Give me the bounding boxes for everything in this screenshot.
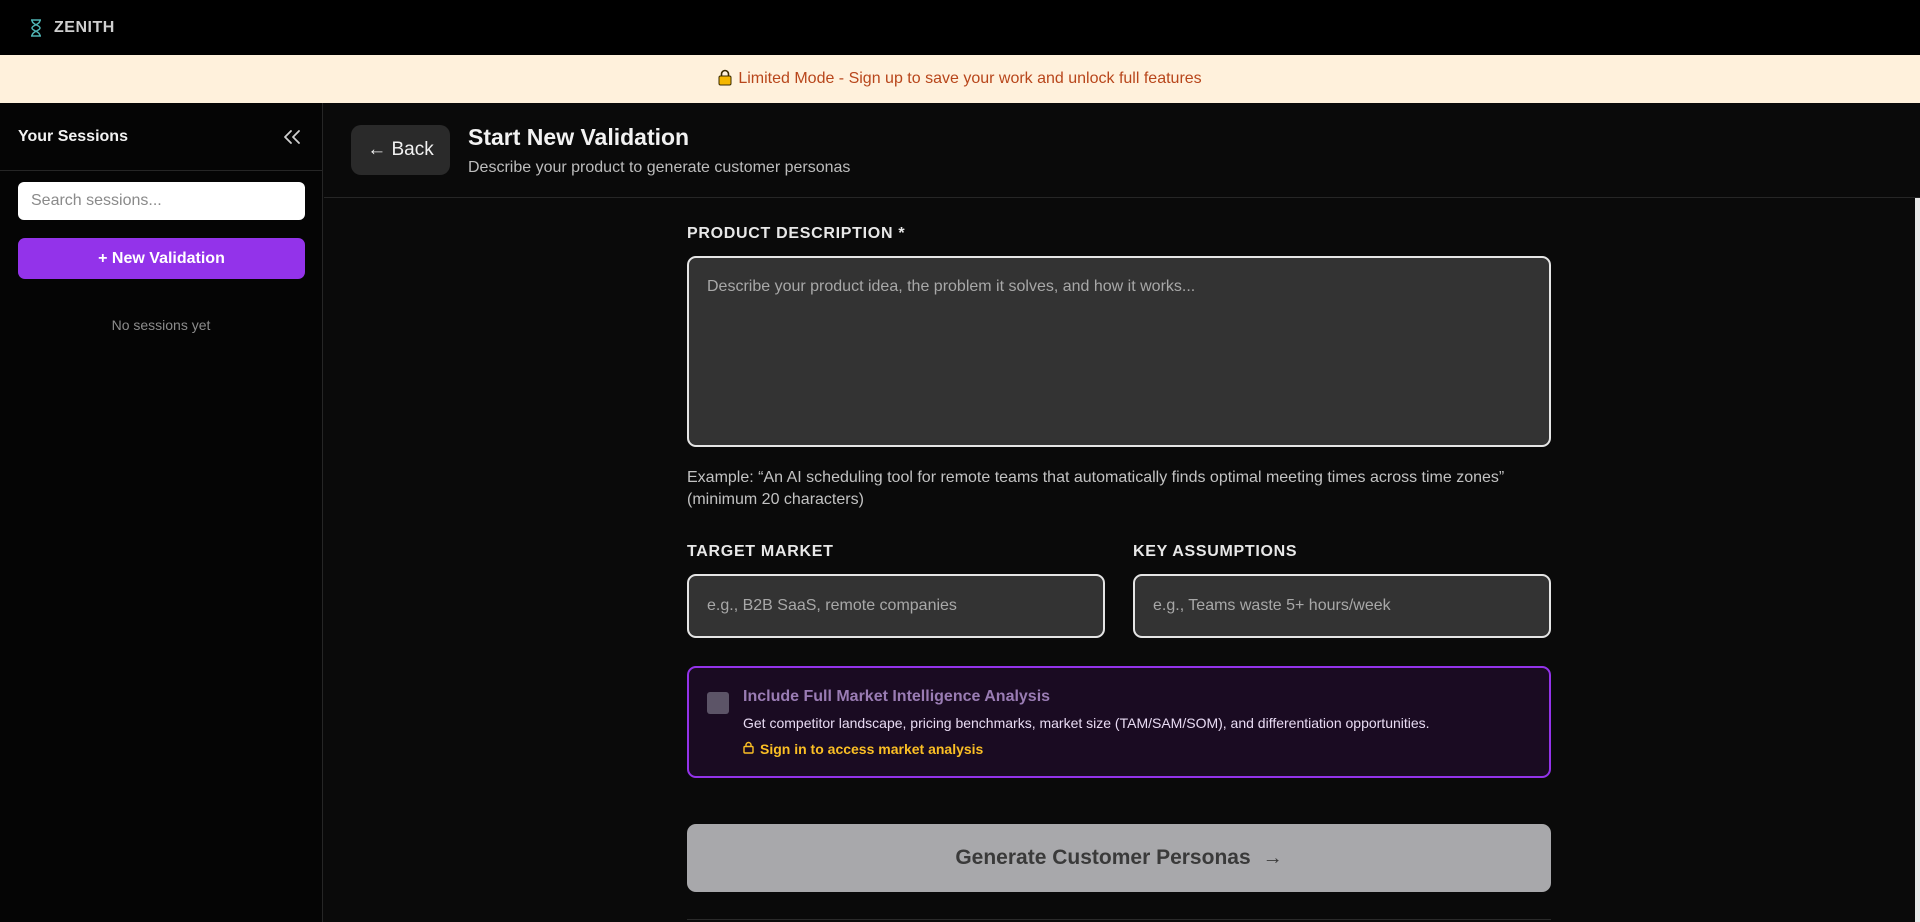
sign-in-text: Sign in to access market analysis: [760, 741, 984, 757]
search-sessions-input[interactable]: [18, 182, 305, 220]
minimum-characters-text: (minimum 20 characters): [687, 491, 864, 508]
product-description-input[interactable]: [687, 256, 1551, 447]
hourglass-icon: [30, 18, 42, 37]
lock-icon: [718, 69, 732, 90]
sessions-sidebar: Your Sessions + New Validation No sessio…: [0, 103, 323, 922]
divider: [687, 919, 1551, 920]
market-intelligence-description: Get competitor landscape, pricing benchm…: [743, 715, 1430, 731]
example-hint: Example: “An AI scheduling tool for remo…: [687, 467, 1551, 511]
sidebar-header: Your Sessions: [0, 103, 322, 171]
page-subtitle: Describe your product to generate custom…: [468, 158, 851, 176]
collapse-sidebar-icon[interactable]: [280, 125, 304, 149]
page-title: Start New Validation: [468, 123, 690, 150]
target-market-input[interactable]: [687, 574, 1105, 638]
market-intelligence-checkbox[interactable]: [707, 692, 729, 714]
product-description-label: PRODUCT DESCRIPTION *: [687, 225, 906, 242]
header-text: Start New Validation Describe your produ…: [468, 124, 850, 177]
scrollbar[interactable]: [1915, 198, 1920, 922]
market-intelligence-title: Include Full Market Intelligence Analysi…: [743, 688, 1051, 705]
arrow-right-icon: →: [1262, 846, 1283, 869]
top-bar: ZENITH: [0, 0, 1920, 55]
market-fields-row: TARGET MARKET KEY ASSUMPTIONS: [687, 543, 1551, 638]
key-assumptions-input[interactable]: [1133, 574, 1551, 638]
validation-form: PRODUCT DESCRIPTION * Example: “An AI sc…: [687, 198, 1551, 920]
key-assumptions-label: KEY ASSUMPTIONS: [1133, 543, 1298, 560]
no-sessions-text: No sessions yet: [111, 317, 211, 333]
banner-text: Limited Mode - Sign up to save your work…: [738, 70, 1202, 87]
market-intelligence-content: Include Full Market Intelligence Analysi…: [743, 688, 1430, 776]
generate-label: Generate Customer Personas: [955, 846, 1251, 869]
back-button[interactable]: ← Back: [351, 125, 450, 175]
target-market-group: TARGET MARKET: [687, 543, 1105, 638]
key-assumptions-group: KEY ASSUMPTIONS: [1133, 543, 1551, 638]
target-market-label: TARGET MARKET: [687, 543, 834, 560]
sidebar-title: Your Sessions: [18, 127, 128, 145]
generate-personas-button[interactable]: Generate Customer Personas →: [687, 824, 1551, 892]
page-header: ← Back Start New Validation Describe you…: [324, 103, 1920, 198]
lock-icon: [743, 741, 754, 757]
limited-mode-banner: Limited Mode - Sign up to save your work…: [0, 55, 1920, 103]
new-validation-button[interactable]: + New Validation: [18, 238, 305, 279]
sign-in-market-analysis-link[interactable]: Sign in to access market analysis: [743, 741, 1430, 757]
example-text: Example: “An AI scheduling tool for remo…: [687, 469, 1505, 486]
app-logo-text[interactable]: ZENITH: [54, 19, 115, 37]
market-intelligence-card: Include Full Market Intelligence Analysi…: [687, 666, 1551, 778]
